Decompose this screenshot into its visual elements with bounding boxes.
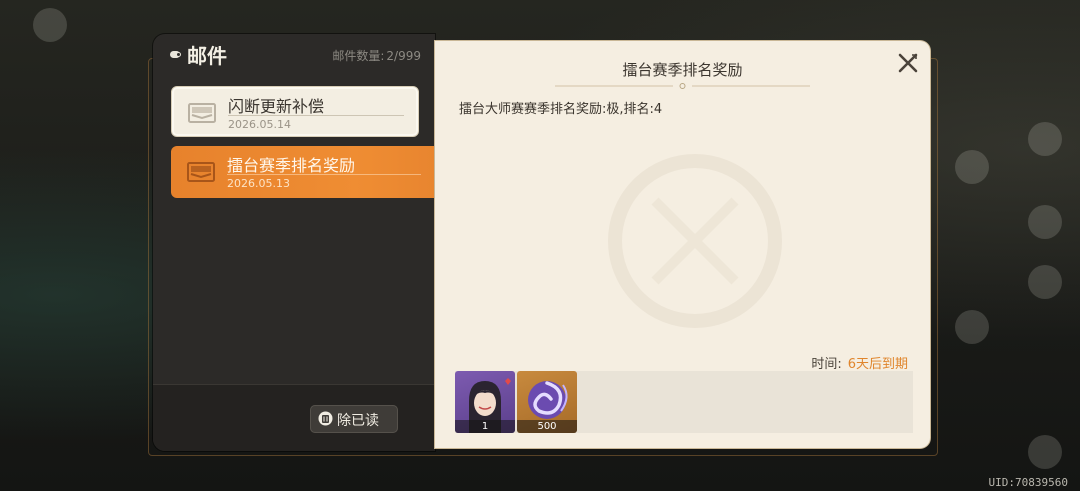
mail-title: 擂台赛季排名奖励 xyxy=(227,156,356,175)
background-menu-icon xyxy=(33,8,67,42)
delete-read-label: 除已读 xyxy=(337,413,379,429)
opened-envelope-icon xyxy=(188,103,216,123)
background-menu-icon xyxy=(1028,435,1062,469)
mail-list-footer: 除已读 xyxy=(153,384,435,451)
background-menu-icon xyxy=(955,310,989,344)
close-icon[interactable] xyxy=(896,51,920,75)
page-title: 邮件 xyxy=(187,44,227,68)
background-menu-icon xyxy=(1028,265,1062,299)
reward-list: 1 500 xyxy=(455,371,913,433)
mail-detail-panel: 擂台赛季排名奖励 擂台大师赛赛季排名奖励:极,排名:4 时间: 6天后到期 1 xyxy=(435,41,930,448)
reward-count: 1 xyxy=(455,420,515,433)
mail-list-header: 邮件 邮件数量: 2/999 xyxy=(153,34,435,80)
background-menu-icon xyxy=(1028,122,1062,156)
background-menu-icon xyxy=(955,150,989,184)
user-id-label: UID:70839560 xyxy=(988,476,1068,489)
title-toggle-icon xyxy=(170,51,181,58)
mail-body-text: 擂台大师赛赛季排名奖励:极,排名:4 xyxy=(459,102,663,117)
title-divider-ornament xyxy=(555,83,810,89)
mail-divider xyxy=(228,115,404,116)
mail-count-label: 邮件数量: xyxy=(332,49,385,63)
background-menu-icon xyxy=(1028,205,1062,239)
reward-item-character[interactable]: 1 xyxy=(455,371,515,433)
mail-title: 闪断更新补偿 xyxy=(228,97,325,116)
expire-label: 时间: xyxy=(811,357,842,372)
expire-row: 时间: 6天后到期 xyxy=(811,353,908,372)
mail-divider xyxy=(227,174,421,175)
mail-item-compensation[interactable]: 闪断更新补偿 2026.05.14 xyxy=(171,86,419,137)
reward-item-gem[interactable]: 500 xyxy=(517,371,577,433)
expire-value: 6天后到期 xyxy=(847,357,908,372)
mail-date: 2026.05.13 xyxy=(227,177,290,190)
reward-count: 500 xyxy=(517,420,577,433)
mail-count-value: 2/999 xyxy=(386,49,421,63)
mail-list-panel: 邮件 邮件数量: 2/999 闪断更新补偿 2026.05.14 擂台赛季排名奖励… xyxy=(153,34,435,451)
mail-count: 邮件数量: 2/999 xyxy=(332,47,421,64)
mail-detail-title: 擂台赛季排名奖励 xyxy=(622,61,743,79)
opened-envelope-icon xyxy=(187,162,215,182)
mail-date: 2026.05.14 xyxy=(228,118,291,131)
mail-item-arena-reward[interactable]: 擂台赛季排名奖励 2026.05.13 xyxy=(171,146,435,198)
delete-read-button[interactable]: 除已读 xyxy=(310,405,398,433)
trash-icon xyxy=(318,411,333,426)
watermark-emblem-icon xyxy=(608,154,782,328)
